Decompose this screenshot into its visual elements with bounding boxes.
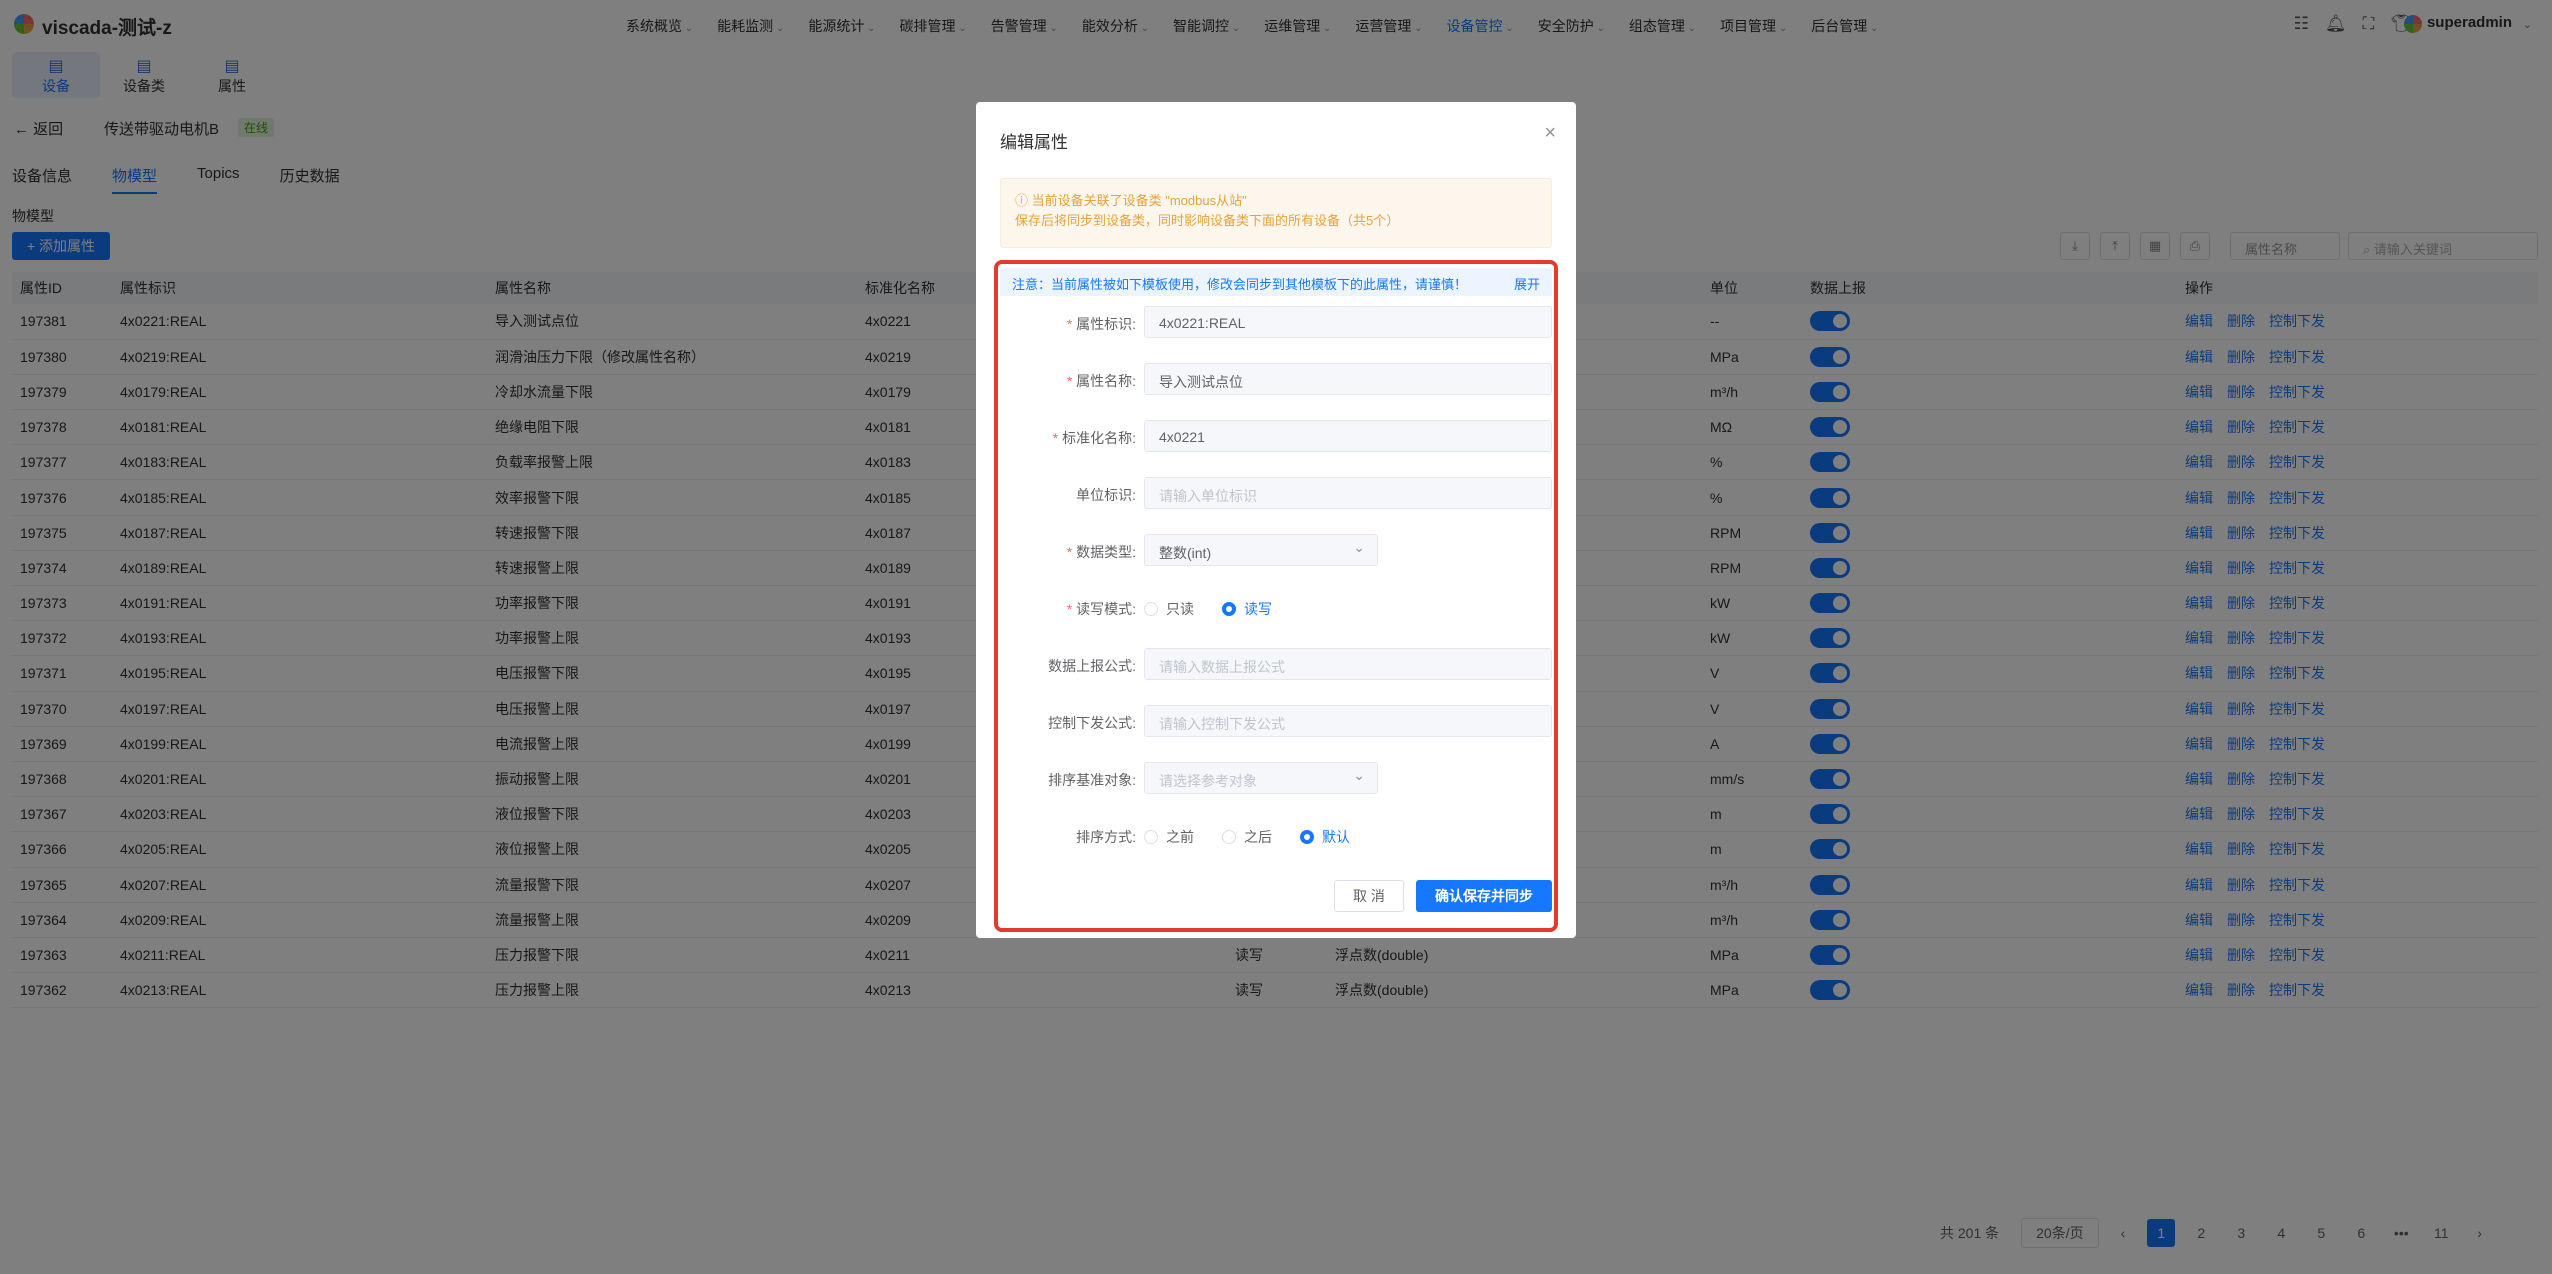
sort-ref-label: 排序基准对象: <box>1048 772 1136 788</box>
radio-readwrite[interactable]: 读写 <box>1222 599 1272 619</box>
sort-mode-radios: 之前 之后 默认 <box>1144 827 1350 847</box>
report-formula-input[interactable]: 请输入数据上报公式 <box>1144 648 1552 680</box>
std-name-label: 标准化名称: <box>1053 428 1136 448</box>
rw-mode-radios: 只读 读写 <box>1144 599 1272 619</box>
data-type-select[interactable]: 整数(int) <box>1144 534 1378 566</box>
cancel-button[interactable]: 取 消 <box>1334 880 1404 912</box>
field-sort-mode: 排序方式: 之前 之后 默认 <box>1000 819 1552 851</box>
field-name: 属性名称: 导入测试点位 <box>1000 363 1552 395</box>
data-type-label: 数据类型: <box>1067 542 1136 562</box>
template-note: 注意：当前属性被如下模板使用，修改会同步到其他模板下的此属性，请谨慎！ 展开 <box>1000 268 1552 296</box>
name-label: 属性名称: <box>1067 371 1136 391</box>
dialog-title: 编辑属性 <box>1000 133 1068 152</box>
expand-link[interactable]: 展开 <box>1514 274 1540 293</box>
warning-icon: ⓘ <box>1015 193 1032 208</box>
unit-label: 单位标识: <box>1076 487 1136 503</box>
field-unit: 单位标识: 请输入单位标识 <box>1000 477 1552 509</box>
edit-attribute-dialog: 编辑属性 × ⓘ 当前设备关联了设备类 "modbus从站" 保存后将同步到设备… <box>976 102 1576 938</box>
field-control-formula: 控制下发公式: 请输入控制下发公式 <box>1000 705 1552 737</box>
radio-readonly[interactable]: 只读 <box>1144 599 1194 619</box>
field-rw-mode: 读写模式: 只读 读写 <box>1000 591 1552 623</box>
control-formula-label: 控制下发公式: <box>1048 715 1136 731</box>
sort-ref-select[interactable]: 请选择参考对象 <box>1144 762 1378 794</box>
radio-default[interactable]: 默认 <box>1300 827 1350 847</box>
std-name-input[interactable]: 4x0221 <box>1144 420 1552 452</box>
radio-after[interactable]: 之后 <box>1222 827 1272 847</box>
control-formula-input[interactable]: 请输入控制下发公式 <box>1144 705 1552 737</box>
field-std-name: 标准化名称: 4x0221 <box>1000 420 1552 452</box>
report-formula-label: 数据上报公式: <box>1048 658 1136 674</box>
radio-before[interactable]: 之前 <box>1144 827 1194 847</box>
unit-input[interactable]: 请输入单位标识 <box>1144 477 1552 509</box>
rw-mode-label: 读写模式: <box>1067 599 1136 619</box>
identifier-input[interactable]: 4x0221:REAL <box>1144 306 1552 338</box>
field-identifier: 属性标识: 4x0221:REAL <box>1000 306 1552 338</box>
sort-mode-label: 排序方式: <box>1076 829 1136 845</box>
close-icon[interactable]: × <box>1544 122 1556 145</box>
identifier-label: 属性标识: <box>1067 314 1136 334</box>
field-sort-ref: 排序基准对象: 请选择参考对象 <box>1000 762 1552 794</box>
name-input[interactable]: 导入测试点位 <box>1144 363 1552 395</box>
field-report-formula: 数据上报公式: 请输入数据上报公式 <box>1000 648 1552 680</box>
sync-warning: ⓘ 当前设备关联了设备类 "modbus从站" 保存后将同步到设备类，同时影响设… <box>1000 178 1552 248</box>
field-data-type: 数据类型: 整数(int) <box>1000 534 1552 566</box>
confirm-save-sync-button[interactable]: 确认保存并同步 <box>1416 880 1552 912</box>
